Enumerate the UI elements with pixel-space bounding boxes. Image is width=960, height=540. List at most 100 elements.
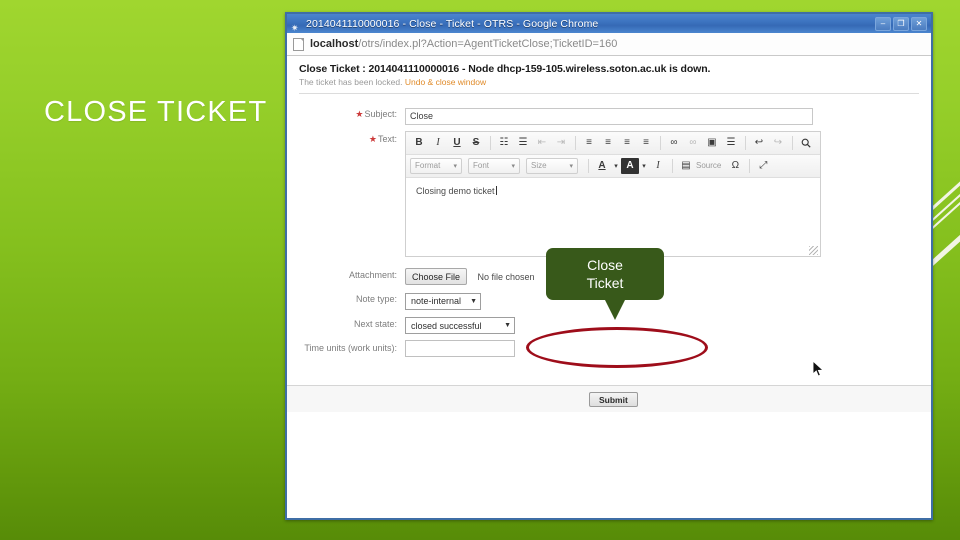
subject-field-wrap [405, 106, 931, 125]
attachment-field-wrap: Choose File No file chosen [405, 267, 931, 285]
callout-line-2: Ticket [586, 275, 624, 291]
toolbar-separator [660, 135, 661, 150]
ticket-lock-notice: The ticket has been locked. Undo & close… [299, 77, 919, 87]
note-type-value: note-internal [411, 296, 462, 306]
rich-text-editor: B I U S ☷ ☰ ⇤ ⇥ ≡ ≡ ≡ ≡ ∞ ∞ ▣ ☰ ↩ ↪ Form… [405, 130, 821, 257]
choose-file-button[interactable]: Choose File [405, 268, 468, 285]
close-button[interactable]: ✕ [911, 16, 927, 31]
format-dropdown-label: Format [415, 161, 441, 170]
next-state-value: closed successful [411, 320, 482, 331]
font-dropdown-label: Font [473, 161, 490, 170]
spellcheck-icon[interactable] [797, 135, 815, 151]
attachment-label: Attachment: [348, 269, 397, 280]
italic-icon[interactable]: I [429, 135, 447, 151]
format-dropdown[interactable]: Format ▾ [410, 157, 462, 174]
numbered-list-icon[interactable]: ☰ [514, 135, 532, 151]
link-icon[interactable]: ∞ [665, 135, 683, 151]
time-units-label: Time units (work units): [304, 343, 397, 353]
close-ticket-callout: Close Ticket [546, 248, 664, 320]
increase-indent-icon[interactable]: ⇥ [552, 135, 570, 151]
callout-text: Close Ticket [587, 256, 624, 292]
note-type-label: Note type: [355, 294, 397, 304]
lock-notice-text: The ticket has been locked. [299, 77, 403, 87]
background-color-icon[interactable]: A [621, 157, 639, 174]
redo-icon[interactable]: ↪ [769, 135, 787, 151]
special-character-icon[interactable]: Ω [726, 158, 744, 174]
page-whitespace [287, 412, 931, 518]
align-right-icon[interactable]: ≡ [618, 135, 636, 151]
justify-icon[interactable]: ≡ [637, 135, 655, 151]
subject-label-text: Subject: [364, 109, 397, 119]
callout-tail [604, 298, 626, 320]
font-dropdown[interactable]: Font ▾ [468, 157, 520, 174]
next-state-select[interactable]: closed successful ▼ [405, 317, 515, 334]
url-path: /otrs/index.pl?Action=AgentTicketClose;T… [358, 38, 618, 50]
toolbar-separator [749, 158, 751, 173]
source-view-icon[interactable]: ▤ [677, 158, 695, 174]
text-color-icon[interactable]: A [593, 158, 611, 174]
ticket-heading: Close Ticket : 2014041110000016 - Node d… [299, 63, 711, 75]
source-label[interactable]: Source [696, 161, 721, 170]
maximize-button[interactable]: ❐ [893, 16, 909, 31]
minimize-button[interactable]: – [875, 16, 891, 31]
chrome-app-icon [291, 18, 302, 29]
undo-icon[interactable]: ↩ [750, 135, 768, 151]
remove-format-icon[interactable]: I [649, 158, 667, 174]
chevron-down-icon: ▾ [569, 162, 573, 170]
decrease-indent-icon[interactable]: ⇤ [533, 135, 551, 151]
file-status-text: No file chosen [477, 271, 535, 282]
header-divider [299, 93, 919, 94]
otrs-header: Close Ticket : 2014041110000016 - Node d… [287, 56, 931, 98]
undo-close-window-link[interactable]: Undo & close window [405, 77, 486, 87]
horizontal-rule-icon[interactable]: ☰ [722, 135, 740, 151]
address-bar[interactable]: localhost/otrs/index.pl?Action=AgentTick… [287, 33, 931, 56]
chevron-down-icon: ▼ [504, 322, 511, 329]
note-type-field-wrap: note-internal ▼ [405, 291, 931, 310]
time-units-row: Time units (work units): [287, 340, 931, 358]
chevron-down-icon: ▾ [511, 162, 515, 170]
time-units-field-wrap [405, 340, 931, 358]
editor-toolbar-row1: B I U S ☷ ☰ ⇤ ⇥ ≡ ≡ ≡ ≡ ∞ ∞ ▣ ☰ ↩ ↪ [406, 131, 820, 155]
required-marker: ★ [355, 109, 364, 119]
page-document-icon [293, 37, 304, 51]
text-label-text: Text: [377, 133, 397, 144]
strikethrough-icon[interactable]: S [467, 135, 485, 151]
editor-body-text: Closing demo ticket [416, 185, 495, 196]
unlink-icon[interactable]: ∞ [684, 135, 702, 151]
editor-toolbar-row2: Format ▾ Font ▾ Size ▾ A ▾ A ▾ I ▤ Sourc… [406, 154, 820, 178]
image-icon[interactable]: ▣ [703, 135, 721, 151]
maximize-editor-icon[interactable]: ⤢ [754, 158, 772, 174]
text-row: ★Text: B I U S ☷ ☰ ⇤ ⇥ ≡ ≡ ≡ ≡ ∞ ∞ ▣ ☰ ↩… [287, 130, 931, 257]
chevron-down-icon: ▼ [470, 297, 477, 305]
browser-titlebar[interactable]: 2014041110000016 - Close - Ticket - OTRS… [287, 14, 931, 33]
subject-label: ★Subject: [287, 106, 405, 120]
callout-line-1: Close [587, 257, 623, 273]
submit-button[interactable]: Submit [589, 392, 638, 407]
toolbar-separator [792, 135, 793, 150]
toolbar-separator [588, 158, 589, 173]
toolbar-separator [575, 135, 576, 150]
time-units-input[interactable] [405, 340, 515, 357]
toolbar-separator [672, 158, 673, 173]
chevron-down-icon[interactable]: ▾ [612, 158, 620, 174]
underline-icon[interactable]: U [448, 135, 466, 151]
toolbar-separator [490, 135, 491, 150]
url-text: localhost/otrs/index.pl?Action=AgentTick… [310, 38, 617, 50]
subject-row: ★Subject: [287, 106, 931, 125]
next-state-field-wrap: closed successful ▼ [405, 316, 931, 334]
size-dropdown-label: Size [531, 161, 547, 170]
text-caret [495, 185, 497, 195]
align-left-icon[interactable]: ≡ [580, 135, 598, 151]
editor-content-area[interactable]: Closing demo ticket [406, 178, 820, 256]
align-center-icon[interactable]: ≡ [599, 135, 617, 151]
editor-resize-handle[interactable] [809, 245, 818, 255]
note-type-select[interactable]: note-internal ▼ [405, 292, 481, 310]
bold-icon[interactable]: B [410, 135, 428, 151]
subject-input[interactable] [405, 107, 813, 125]
chevron-down-icon: ▾ [453, 162, 457, 170]
chevron-down-icon[interactable]: ▾ [640, 158, 648, 174]
form-footer-bar: Submit [287, 385, 931, 412]
size-dropdown[interactable]: Size ▾ [526, 157, 578, 174]
mouse-cursor-icon [812, 360, 825, 377]
bulleted-list-icon[interactable]: ☷ [495, 135, 513, 151]
